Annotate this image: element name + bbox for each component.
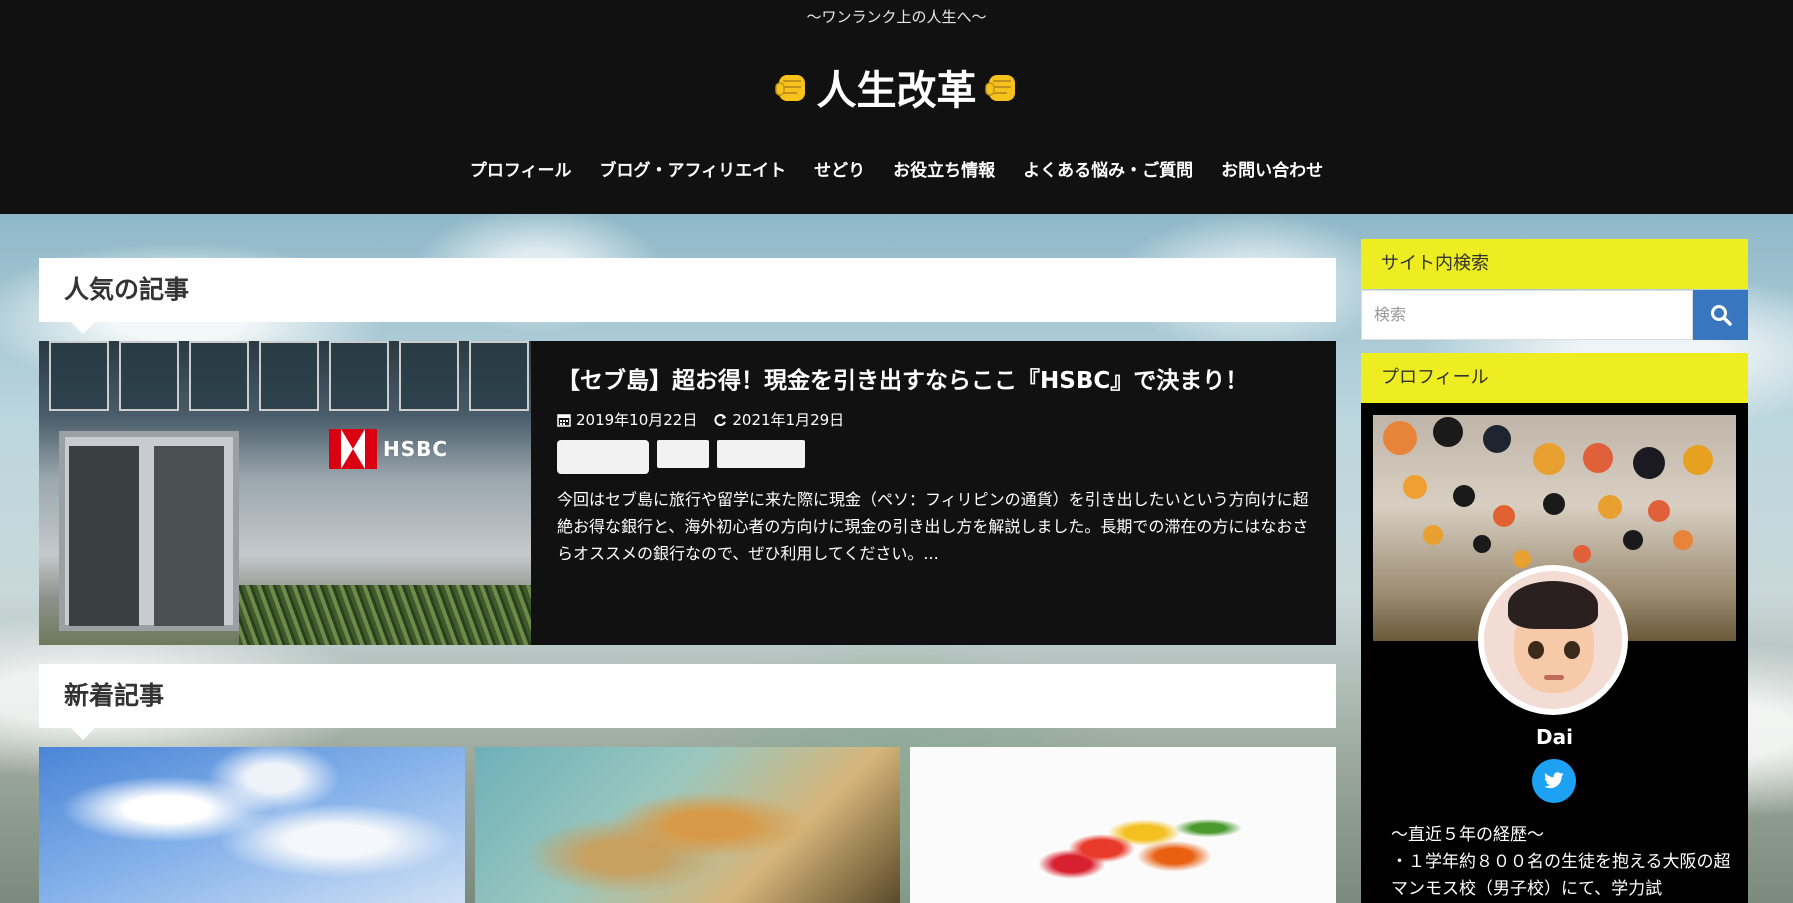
bank-door <box>154 446 224 626</box>
updated-date: 2021年1月29日 <box>713 409 844 430</box>
hsbc-logo: HSBC <box>329 429 448 469</box>
twitter-icon <box>1544 772 1564 789</box>
latest-article-thumbnail[interactable] <box>39 747 465 903</box>
balloon <box>1473 535 1491 553</box>
balloon <box>1583 443 1613 473</box>
balloon <box>1673 530 1693 550</box>
article-thumbnail[interactable]: HSBC <box>39 341 531 645</box>
nav-item-useful-info[interactable]: お役立ち情報 <box>879 156 1009 181</box>
hsbc-hexagon-icon <box>329 429 377 469</box>
balloon <box>1683 445 1713 475</box>
site-header: 〜ワンランク上の人生へ〜 人生改革 プロフィール ブログ・アフィリエイト せどり… <box>0 0 1793 214</box>
raised-fist-icon <box>984 69 1019 105</box>
bank-door <box>69 446 139 626</box>
nav-item-sedori[interactable]: せどり <box>800 156 879 181</box>
published-date-text: 2019年10月22日 <box>576 411 698 429</box>
balloon <box>1633 447 1665 479</box>
balloon <box>1533 443 1565 475</box>
profile-widget: Dai 〜直近５年の経歴〜 ・１学年約８００名の生徒を抱える大阪の超マンモス校（… <box>1361 403 1748 903</box>
profile-bio: 〜直近５年の経歴〜 ・１学年約８００名の生徒を抱える大阪の超マンモス校（男子校）… <box>1391 822 1731 903</box>
article-meta: 2019年10月22日 2021年1月29日 <box>557 409 1310 430</box>
search-button[interactable] <box>1693 290 1748 340</box>
building-window <box>399 341 459 411</box>
avatar-eye <box>1528 641 1544 659</box>
tag-link[interactable]: セブ島 <box>657 440 710 468</box>
sidebar-profile-heading: プロフィール <box>1361 353 1748 403</box>
balloon <box>1513 550 1531 568</box>
balloon <box>1483 425 1511 453</box>
balloon <box>1573 545 1591 563</box>
raised-fist-icon <box>774 69 809 105</box>
latest-article-thumbnail[interactable] <box>474 747 901 903</box>
balloon <box>1493 505 1515 527</box>
site-title-text[interactable]: 人生改革 <box>817 58 977 116</box>
popular-section-heading: 人気の記事 <box>39 258 1336 334</box>
article-excerpt: 今回はセブ島に旅行や留学に来た際に現金（ペソ：フィリピンの通貨）を引き出したいと… <box>557 490 1309 563</box>
article-body: 【セブ島】超お得！現金を引き出すならここ『HSBC』で決まり！ 2019年10月… <box>531 341 1336 645</box>
tag-link[interactable]: セブ島 銀行 <box>717 440 806 468</box>
article-title[interactable]: 【セブ島】超お得！現金を引き出すならここ『HSBC』で決まり！ <box>557 361 1310 395</box>
balloon <box>1433 417 1463 447</box>
twitter-button[interactable] <box>1532 759 1576 803</box>
bio-heading: 〜直近５年の経歴〜 <box>1391 825 1544 845</box>
avatar-illustration <box>1484 571 1622 709</box>
popular-article-card[interactable]: HSBC 【セブ島】超お得！現金を引き出すならここ『HSBC』で決まり！ 201… <box>39 341 1336 645</box>
site-title[interactable]: 人生改革 <box>0 58 1793 116</box>
building-window <box>189 341 249 411</box>
nav-item-profile[interactable]: プロフィール <box>456 156 586 181</box>
nav-item-contact[interactable]: お問い合わせ <box>1207 156 1337 181</box>
building-window <box>329 341 389 411</box>
site-search-form: 検索 <box>1361 290 1748 340</box>
latest-articles-grid <box>39 747 1337 903</box>
nav-item-faq[interactable]: よくある悩み・ご質問 <box>1009 156 1207 181</box>
article-tags: travel セブ島 セブ島 銀行 <box>557 440 1310 474</box>
building-window <box>119 341 179 411</box>
search-input[interactable]: 検索 <box>1361 290 1693 340</box>
calendar-icon <box>557 413 571 427</box>
bio-text: ・１学年約８００名の生徒を抱える大阪の超マンモス校（男子校）にて、学力試 <box>1391 852 1731 899</box>
refresh-icon <box>714 413 727 426</box>
category-tag[interactable]: travel <box>557 440 649 474</box>
site-tagline: 〜ワンランク上の人生へ〜 <box>806 8 987 26</box>
published-date: 2019年10月22日 <box>557 409 697 430</box>
balloon <box>1648 500 1670 522</box>
balloon <box>1383 421 1417 455</box>
balloon <box>1598 495 1622 519</box>
avatar-hair <box>1508 581 1598 629</box>
balloon <box>1453 485 1475 507</box>
hsbc-logo-text: HSBC <box>383 437 449 461</box>
plants-decoration <box>239 585 531 645</box>
global-nav: プロフィール ブログ・アフィリエイト せどり お役立ち情報 よくある悩み・ご質問… <box>0 156 1793 181</box>
profile-name: Dai <box>1536 725 1573 749</box>
updated-date-text: 2021年1月29日 <box>732 411 845 429</box>
building-window <box>469 341 529 411</box>
avatar-mouth <box>1544 675 1564 680</box>
balloon <box>1423 525 1443 545</box>
sidebar-search-heading: サイト内検索 <box>1361 239 1748 289</box>
avatar <box>1478 565 1628 715</box>
balloon <box>1543 493 1565 515</box>
latest-section-heading: 新着記事 <box>39 664 1336 740</box>
building-window <box>259 341 319 411</box>
search-icon <box>1710 305 1732 326</box>
latest-article-thumbnail[interactable] <box>910 747 1337 903</box>
avatar-eye <box>1564 641 1580 659</box>
building-window <box>49 341 109 411</box>
nav-item-blog-affiliate[interactable]: ブログ・アフィリエイト <box>586 156 801 181</box>
balloon <box>1623 530 1643 550</box>
balloon <box>1403 475 1427 499</box>
